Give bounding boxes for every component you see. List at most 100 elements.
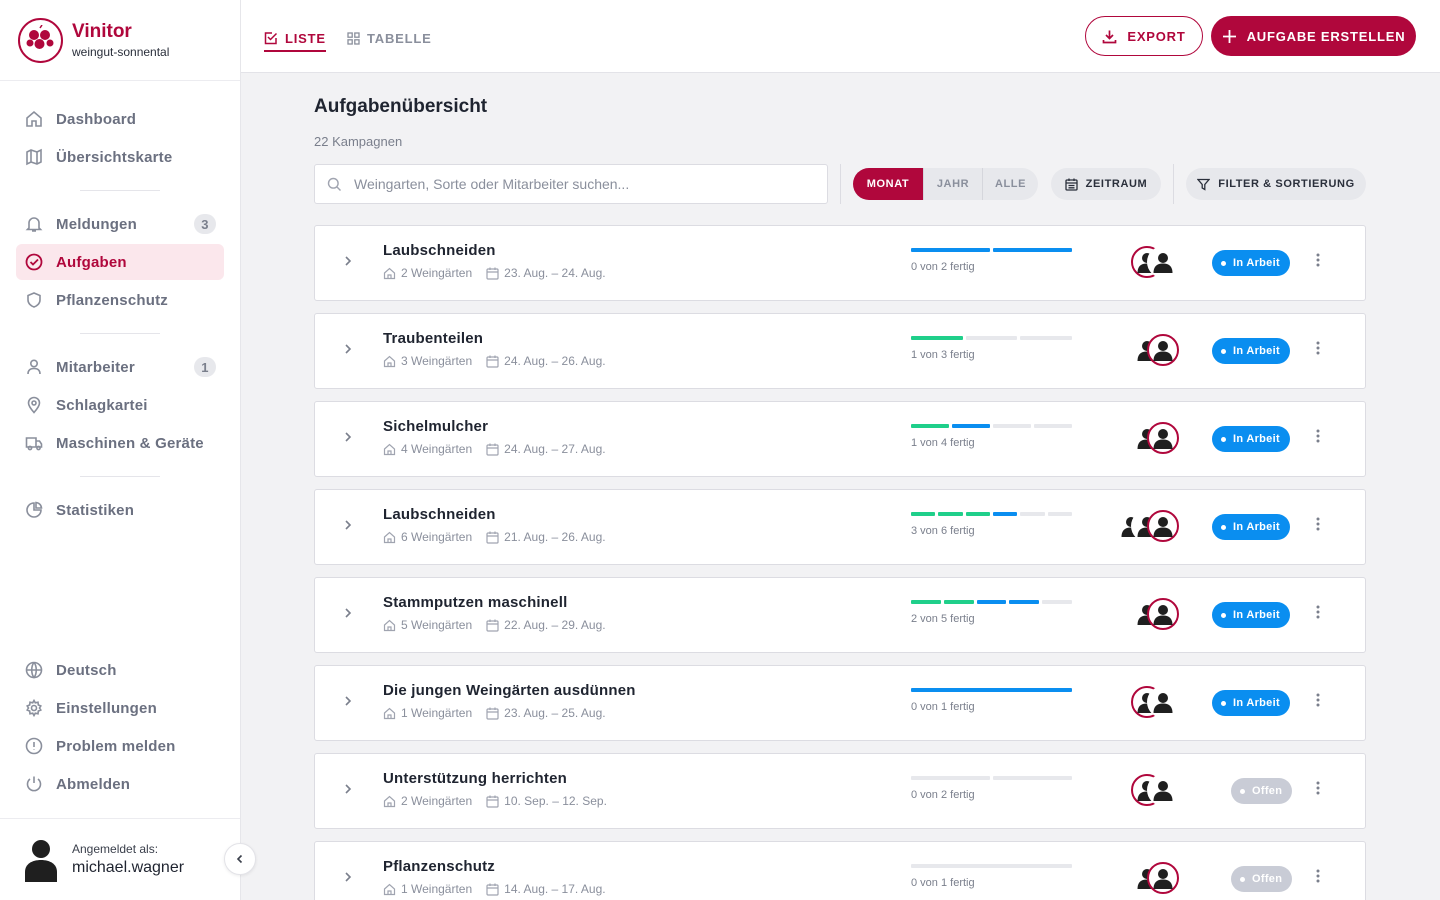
more-vertical-icon[interactable] [1316,517,1320,531]
task-row[interactable]: Stammputzen maschinell 5 Weingärten 22. … [314,577,1366,653]
brand[interactable]: Vinitor weingut-sonnental [0,0,240,81]
more-vertical-icon[interactable] [1316,341,1320,355]
period-toggle: MONAT JAHR ALLE [853,168,1038,200]
progress-segment [911,864,1072,868]
chevron-right-icon[interactable] [343,607,353,619]
chevron-right-icon[interactable] [343,695,353,707]
nav-settings[interactable]: Einstellungen [16,690,224,726]
assignee-avatar[interactable] [1147,598,1179,630]
collapse-sidebar-button[interactable] [224,843,256,875]
task-status-badge: In Arbeit [1212,250,1290,276]
nav-report-problem[interactable]: Problem melden [16,728,224,764]
task-title: Traubenteilen [383,330,484,347]
assignee-avatar[interactable] [1147,862,1179,894]
period-month-button[interactable]: MONAT [853,168,923,200]
logged-in-label: Angemeldet als: [72,842,159,856]
tab-table[interactable]: TABELLE [347,26,432,50]
period-year-button[interactable]: JAHR [923,168,983,200]
more-vertical-icon[interactable] [1316,605,1320,619]
task-meta: 1 Weingärten 23. Aug. – 25. Aug. [383,706,606,720]
main-nav: Dashboard Übersichtskarte Meldungen 3 Au… [0,81,240,528]
task-row[interactable]: Traubenteilen 3 Weingärten 24. Aug. – 26… [314,313,1366,389]
time-range-button[interactable]: ZEITRAUM [1051,168,1161,200]
task-row[interactable]: Pflanzenschutz 1 Weingärten 14. Aug. – 1… [314,841,1366,900]
assignee-avatar[interactable] [1147,334,1179,366]
task-vineyards: 1 Weingärten [401,882,473,896]
period-all-button[interactable]: ALLE [983,168,1038,200]
task-dates: 21. Aug. – 26. Aug. [504,530,606,544]
calendar-icon [486,795,499,808]
nav-field-register-label: Schlagkartei [56,396,148,414]
task-progress-bar [911,688,1072,692]
nav-employees[interactable]: Mitarbeiter 1 [16,349,224,385]
filter-sort-label: FILTER & SORTIERUNG [1218,178,1355,190]
task-assignees [1131,334,1179,368]
task-meta: 5 Weingärten 22. Aug. – 29. Aug. [383,618,606,632]
task-row[interactable]: Laubschneiden 6 Weingärten 21. Aug. – 26… [314,489,1366,565]
task-status-badge: In Arbeit [1212,426,1290,452]
nav-machines[interactable]: Maschinen & Geräte [16,425,224,461]
create-task-label: AUFGABE ERSTELLEN [1246,28,1406,44]
progress-segment [911,600,941,604]
task-row[interactable]: Unterstützung herrichten 2 Weingärten 10… [314,753,1366,829]
task-row[interactable]: Laubschneiden 2 Weingärten 23. Aug. – 24… [314,225,1366,301]
more-vertical-icon[interactable] [1316,781,1320,795]
create-task-button[interactable]: AUFGABE ERSTELLEN [1211,16,1416,56]
nav-tasks[interactable]: Aufgaben [16,244,224,280]
task-dates: 23. Aug. – 25. Aug. [504,706,606,720]
calendar-icon [1065,178,1078,191]
task-title: Laubschneiden [383,506,496,523]
search-field[interactable] [314,164,828,204]
more-vertical-icon[interactable] [1316,429,1320,443]
chevron-right-icon[interactable] [343,343,353,355]
check-circle-icon [24,252,44,272]
progress-segment [938,512,963,516]
chevron-right-icon[interactable] [343,255,353,267]
page-title: Aufgabenübersicht [314,96,488,117]
calendar-icon [486,267,499,280]
task-vineyards: 1 Weingärten [401,706,473,720]
nav-logout[interactable]: Abmelden [16,766,224,802]
assignee-avatar[interactable] [1147,246,1179,278]
export-button[interactable]: EXPORT [1085,16,1203,56]
task-vineyards: 2 Weingärten [401,794,473,808]
progress-segment [911,424,949,428]
task-row[interactable]: Die jungen Weingärten ausdünnen 1 Weingä… [314,665,1366,741]
more-vertical-icon[interactable] [1316,693,1320,707]
nav-plant-protection-label: Pflanzenschutz [56,291,168,309]
house-icon [383,267,396,280]
nav-dashboard[interactable]: Dashboard [16,101,224,137]
nav-statistics[interactable]: Statistiken [16,492,224,528]
nav-notifications[interactable]: Meldungen 3 [16,206,224,242]
task-row[interactable]: Sichelmulcher 4 Weingärten 24. Aug. – 27… [314,401,1366,477]
search-input[interactable] [354,176,794,192]
nav-plant-protection[interactable]: Pflanzenschutz [16,282,224,318]
nav-report-problem-label: Problem melden [56,737,176,755]
nav-overview-map[interactable]: Übersichtskarte [16,139,224,175]
nav-field-register[interactable]: Schlagkartei [16,387,224,423]
task-meta: 1 Weingärten 14. Aug. – 17. Aug. [383,882,606,896]
chevron-right-icon[interactable] [343,431,353,443]
nav-tasks-label: Aufgaben [56,253,127,271]
task-progress-text: 1 von 3 fertig [911,349,975,361]
task-vineyards: 4 Weingärten [401,442,473,456]
assignee-avatar[interactable] [1147,422,1179,454]
brand-subtitle: weingut-sonnental [72,45,170,59]
export-label: EXPORT [1127,28,1186,44]
nav-language[interactable]: Deutsch [16,652,224,688]
tab-list[interactable]: LISTE [264,26,326,52]
filter-sort-button[interactable]: FILTER & SORTIERUNG [1186,168,1366,200]
more-vertical-icon[interactable] [1316,869,1320,883]
more-vertical-icon[interactable] [1316,253,1320,267]
task-dates: 23. Aug. – 24. Aug. [504,266,606,280]
chevron-right-icon[interactable] [343,519,353,531]
pie-chart-icon [24,500,44,520]
progress-segment [911,776,990,780]
assignee-avatar[interactable] [1147,686,1179,718]
chevron-right-icon[interactable] [343,783,353,795]
assignee-avatar[interactable] [1147,774,1179,806]
task-vineyards: 5 Weingärten [401,618,473,632]
chevron-right-icon[interactable] [343,871,353,883]
task-assignees [1131,686,1179,720]
assignee-avatar[interactable] [1147,510,1179,542]
